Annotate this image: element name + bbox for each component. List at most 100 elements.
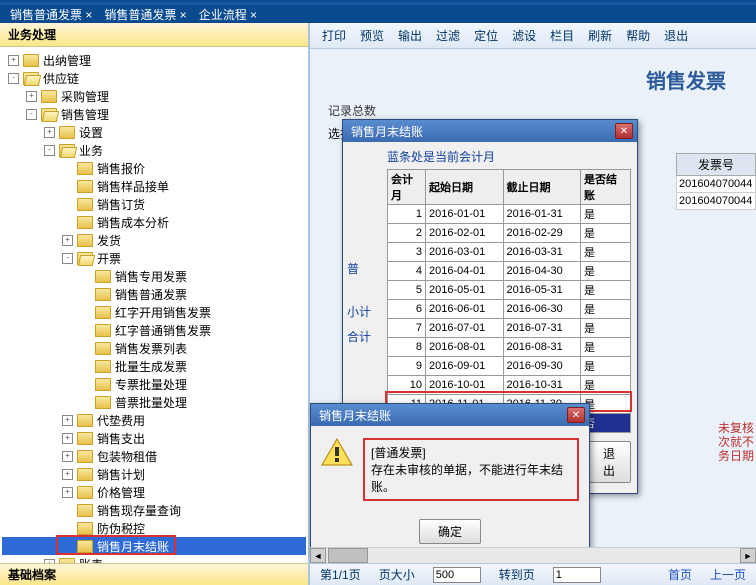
- tree-node-销售成本分析[interactable]: 销售成本分析: [2, 213, 306, 231]
- table-cell[interactable]: 10: [388, 376, 426, 395]
- tree-node-专票批量处理[interactable]: 专票批量处理: [2, 375, 306, 393]
- table-cell[interactable]: 是: [581, 205, 631, 224]
- close-icon[interactable]: ✕: [615, 123, 633, 139]
- toolbar-退出[interactable]: 退出: [664, 27, 688, 44]
- toolbar-刷新[interactable]: 刷新: [588, 27, 612, 44]
- tree-node-设置[interactable]: +设置: [2, 123, 306, 141]
- table-cell[interactable]: 2016-08-31: [503, 338, 581, 357]
- table-cell[interactable]: 5: [388, 281, 426, 300]
- window-tab[interactable]: 销售普通发票 ×: [104, 6, 186, 23]
- table-cell[interactable]: 2016-09-30: [503, 357, 581, 376]
- goto-page-input[interactable]: [553, 567, 601, 583]
- table-cell[interactable]: 2016-05-31: [503, 281, 581, 300]
- expand-icon[interactable]: +: [62, 469, 73, 480]
- window-tab[interactable]: 企业流程 ×: [199, 6, 257, 23]
- expand-icon[interactable]: +: [62, 433, 73, 444]
- table-cell[interactable]: 2016-02-01: [426, 224, 504, 243]
- table-cell[interactable]: 是: [581, 376, 631, 395]
- tree-node-销售发票列表[interactable]: 销售发票列表: [2, 339, 306, 357]
- toolbar-输出[interactable]: 输出: [398, 27, 422, 44]
- tree-node-采购管理[interactable]: +采购管理: [2, 87, 306, 105]
- toolbar-滤设[interactable]: 滤设: [512, 27, 536, 44]
- table-cell[interactable]: 1: [388, 205, 426, 224]
- table-cell[interactable]: 2016-09-01: [426, 357, 504, 376]
- tree-node-销售计划[interactable]: +销售计划: [2, 465, 306, 483]
- tree-node-批量生成发票[interactable]: 批量生成发票: [2, 357, 306, 375]
- table-cell[interactable]: 是: [581, 224, 631, 243]
- table-cell[interactable]: 是: [581, 357, 631, 376]
- table-cell[interactable]: 2016-01-01: [426, 205, 504, 224]
- invoice-no-cell[interactable]: 201604070044: [676, 176, 756, 193]
- table-cell[interactable]: 2016-02-29: [503, 224, 581, 243]
- table-cell[interactable]: 7: [388, 319, 426, 338]
- tree-node-供应链[interactable]: -供应链: [2, 69, 306, 87]
- table-cell[interactable]: 2016-04-01: [426, 262, 504, 281]
- expand-icon[interactable]: +: [62, 487, 73, 498]
- first-page-link[interactable]: 首页: [668, 566, 692, 583]
- close-icon[interactable]: ✕: [567, 407, 585, 423]
- collapse-icon[interactable]: -: [8, 73, 19, 84]
- collapse-icon[interactable]: -: [26, 109, 37, 120]
- nav-tree[interactable]: +出纳管理-供应链+采购管理-销售管理+设置-业务销售报价销售样品接单销售订货销…: [0, 47, 308, 563]
- tree-node-业务[interactable]: -业务: [2, 141, 306, 159]
- table-cell[interactable]: 是: [581, 262, 631, 281]
- tree-node-发货[interactable]: +发货: [2, 231, 306, 249]
- tree-node-普票批量处理[interactable]: 普票批量处理: [2, 393, 306, 411]
- tree-node-防伪税控[interactable]: 防伪税控: [2, 519, 306, 537]
- table-cell[interactable]: 2016-05-01: [426, 281, 504, 300]
- tree-node-销售月末结账[interactable]: 销售月末结账: [2, 537, 306, 555]
- table-cell[interactable]: 2016-08-01: [426, 338, 504, 357]
- tree-node-包装物租借[interactable]: +包装物租借: [2, 447, 306, 465]
- tree-node-销售普通发票[interactable]: 销售普通发票: [2, 285, 306, 303]
- expand-icon[interactable]: +: [44, 559, 55, 564]
- toolbar-栏目[interactable]: 栏目: [550, 27, 574, 44]
- tree-node-销售样品接单[interactable]: 销售样品接单: [2, 177, 306, 195]
- toolbar-帮助[interactable]: 帮助: [626, 27, 650, 44]
- expand-icon[interactable]: +: [62, 415, 73, 426]
- table-cell[interactable]: 是: [581, 319, 631, 338]
- expand-icon[interactable]: +: [8, 55, 19, 66]
- collapse-icon[interactable]: -: [62, 253, 73, 264]
- expand-icon[interactable]: +: [26, 91, 37, 102]
- table-cell[interactable]: 是: [581, 243, 631, 262]
- tree-node-销售支出[interactable]: +销售支出: [2, 429, 306, 447]
- table-cell[interactable]: 2016-10-31: [503, 376, 581, 395]
- tab-label[interactable]: 普: [341, 256, 381, 281]
- invoice-no-cell[interactable]: 201604070044: [676, 193, 756, 210]
- tree-node-销售报价[interactable]: 销售报价: [2, 159, 306, 177]
- tree-node-价格管理[interactable]: +价格管理: [2, 483, 306, 501]
- tree-node-红字普通销售发票[interactable]: 红字普通销售发票: [2, 321, 306, 339]
- tree-node-开票[interactable]: -开票: [2, 249, 306, 267]
- tree-node-销售现存量查询[interactable]: 销售现存量查询: [2, 501, 306, 519]
- expand-icon[interactable]: +: [62, 451, 73, 462]
- table-cell[interactable]: 2016-03-31: [503, 243, 581, 262]
- table-cell[interactable]: 2016-06-01: [426, 300, 504, 319]
- tree-node-销售管理[interactable]: -销售管理: [2, 105, 306, 123]
- tree-node-出纳管理[interactable]: +出纳管理: [2, 51, 306, 69]
- horizontal-scrollbar[interactable]: ◄►: [310, 547, 756, 563]
- window-tab[interactable]: 销售普通发票 ×: [10, 6, 92, 23]
- tree-node-红字开用销售发票[interactable]: 红字开用销售发票: [2, 303, 306, 321]
- expand-icon[interactable]: +: [44, 127, 55, 138]
- tree-node-代垫费用[interactable]: +代垫费用: [2, 411, 306, 429]
- table-cell[interactable]: 是: [581, 300, 631, 319]
- collapse-icon[interactable]: -: [44, 145, 55, 156]
- table-cell[interactable]: 6: [388, 300, 426, 319]
- page-size-input[interactable]: [433, 567, 481, 583]
- prev-page-link[interactable]: 上一页: [710, 566, 746, 583]
- tree-node-账表[interactable]: +账表: [2, 555, 306, 563]
- tree-node-销售订货[interactable]: 销售订货: [2, 195, 306, 213]
- toolbar-定位[interactable]: 定位: [474, 27, 498, 44]
- table-cell[interactable]: 9: [388, 357, 426, 376]
- table-cell[interactable]: 2016-06-30: [503, 300, 581, 319]
- table-cell[interactable]: 8: [388, 338, 426, 357]
- table-cell[interactable]: 是: [581, 281, 631, 300]
- toolbar-打印[interactable]: 打印: [322, 27, 346, 44]
- expand-icon[interactable]: +: [62, 235, 73, 246]
- table-cell[interactable]: 2016-03-01: [426, 243, 504, 262]
- table-cell[interactable]: 2: [388, 224, 426, 243]
- tree-node-销售专用发票[interactable]: 销售专用发票: [2, 267, 306, 285]
- table-cell[interactable]: 2016-07-01: [426, 319, 504, 338]
- toolbar-预览[interactable]: 预览: [360, 27, 384, 44]
- toolbar-过滤[interactable]: 过滤: [436, 27, 460, 44]
